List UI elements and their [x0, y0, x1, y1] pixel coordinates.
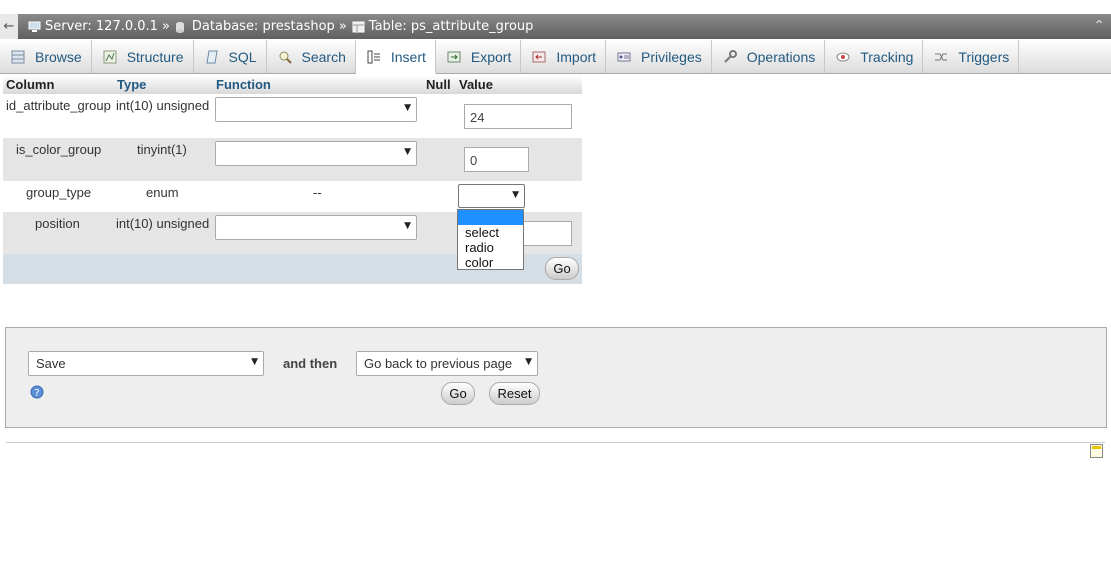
- tab-triggers-label: Triggers: [958, 48, 1010, 65]
- chevron-down-icon: ▼: [251, 357, 258, 367]
- function-select[interactable]: ▼: [215, 97, 417, 122]
- table-row: id_attribute_group int(10) unsigned ▼ 24: [3, 94, 582, 138]
- and-then-label: and then: [283, 356, 338, 371]
- value-input[interactable]: 0: [464, 147, 529, 172]
- row-type: enum: [146, 185, 179, 200]
- function-none: --: [313, 185, 322, 200]
- tab-export-label: Export: [470, 48, 512, 65]
- breadcrumb-database[interactable]: Database: prestashop: [175, 19, 335, 34]
- enum-value-select[interactable]: ▼: [458, 184, 525, 208]
- insert-table-header: Column Type Function Null Value: [3, 75, 582, 94]
- tab-sql[interactable]: SQL: [194, 40, 267, 73]
- after-insert-select[interactable]: Go back to previous page ▼: [356, 351, 538, 376]
- privileges-icon: [616, 49, 632, 65]
- function-select[interactable]: ▼: [215, 141, 417, 166]
- tracking-icon: [835, 49, 851, 65]
- tab-structure[interactable]: Structure: [92, 40, 194, 73]
- row-type: tinyint(1): [137, 142, 187, 157]
- row-type: int(10) unsigned: [116, 216, 210, 231]
- action-select-value: Save: [36, 356, 66, 371]
- breadcrumb-separator: »: [161, 19, 170, 34]
- action-select[interactable]: Save ▼: [28, 351, 264, 376]
- tab-import-label: Import: [556, 48, 597, 65]
- console-icon[interactable]: [1090, 444, 1103, 458]
- chevron-down-icon: ▼: [404, 221, 411, 231]
- breadcrumb-separator: »: [338, 19, 347, 34]
- chevron-down-icon: ▼: [404, 147, 411, 157]
- dropdown-option-select[interactable]: select: [458, 225, 523, 240]
- tab-search[interactable]: Search: [267, 40, 356, 73]
- header-function[interactable]: Function: [216, 77, 271, 92]
- tab-triggers[interactable]: Triggers: [923, 40, 1020, 73]
- search-icon: [277, 49, 293, 65]
- tab-privileges[interactable]: Privileges: [606, 40, 712, 73]
- row-go-button[interactable]: Go: [545, 257, 579, 280]
- chevron-down-icon: ▼: [404, 103, 411, 113]
- tab-operations-label: Operations: [746, 48, 816, 65]
- row-column-name: is_color_group: [16, 142, 102, 157]
- tab-search-label: Search: [301, 48, 346, 65]
- structure-icon: [102, 49, 118, 65]
- row-column-name: group_type: [26, 185, 92, 200]
- go-button[interactable]: Go: [441, 382, 475, 405]
- reset-button[interactable]: Reset: [489, 382, 540, 405]
- header-column: Column: [6, 77, 55, 92]
- back-arrow-icon[interactable]: ←: [0, 14, 18, 39]
- tab-tracking[interactable]: Tracking: [825, 40, 924, 73]
- header-null: Null: [426, 77, 451, 92]
- row-column-name: position: [35, 216, 80, 231]
- header-type[interactable]: Type: [117, 77, 146, 92]
- tab-insert-label: Insert: [390, 48, 426, 65]
- dropdown-option-radio[interactable]: radio: [458, 240, 523, 255]
- dropdown-option-color[interactable]: color: [458, 255, 523, 270]
- row-column-name: id_attribute_group: [6, 98, 111, 113]
- browse-icon: [10, 49, 26, 65]
- breadcrumb-bar: ← Server: 127.0.0.1 » Database: prestash…: [0, 14, 1111, 39]
- help-icon[interactable]: ?: [30, 385, 44, 403]
- dropdown-option-empty[interactable]: [458, 210, 523, 225]
- breadcrumb-server-label: Server: 127.0.0.1: [45, 19, 158, 34]
- submit-panel: Save ▼ and then Go back to previous page…: [5, 327, 1107, 428]
- table-icon: [352, 21, 365, 33]
- tab-export[interactable]: Export: [436, 40, 522, 73]
- tab-privileges-label: Privileges: [641, 48, 702, 65]
- import-icon: [531, 49, 547, 65]
- table-row: is_color_group tinyint(1) ▼ 0: [3, 138, 582, 181]
- chevron-down-icon: ▼: [525, 357, 532, 367]
- server-icon: [28, 21, 41, 33]
- collapse-icon[interactable]: ⌃: [1093, 18, 1105, 34]
- insert-icon: [366, 49, 382, 65]
- triggers-icon: [933, 49, 949, 65]
- export-icon: [446, 49, 462, 65]
- tab-structure-label: Structure: [126, 48, 184, 65]
- divider: [6, 442, 1105, 443]
- value-input[interactable]: 24: [464, 104, 572, 129]
- tab-browse-label: Browse: [35, 48, 82, 65]
- breadcrumb-table-label: Table: ps_attribute_group: [368, 19, 534, 34]
- header-value: Value: [459, 77, 493, 92]
- row-type: int(10) unsigned: [116, 98, 210, 113]
- tab-insert[interactable]: Insert: [355, 40, 436, 74]
- after-insert-select-value: Go back to previous page: [364, 356, 513, 371]
- tab-tracking-label: Tracking: [860, 48, 914, 65]
- tab-operations[interactable]: Operations: [712, 40, 826, 73]
- sql-icon: [204, 49, 220, 65]
- breadcrumb-database-label: Database: prestashop: [191, 19, 335, 34]
- function-select[interactable]: ▼: [215, 215, 417, 240]
- table-row: group_type enum -- ▼: [3, 181, 582, 212]
- tab-import[interactable]: Import: [521, 40, 607, 73]
- enum-dropdown-list: select radio color: [457, 209, 524, 270]
- tab-browse[interactable]: Browse: [0, 40, 92, 73]
- breadcrumb-server[interactable]: Server: 127.0.0.1: [28, 19, 158, 34]
- svg-text:?: ?: [34, 388, 39, 399]
- tab-sql-label: SQL: [228, 48, 257, 65]
- database-icon: [175, 21, 188, 33]
- chevron-down-icon: ▼: [512, 190, 519, 200]
- operations-icon: [722, 49, 738, 65]
- tab-bar: Browse Structure SQL Search Insert Expor…: [0, 40, 1111, 74]
- breadcrumb-table[interactable]: Table: ps_attribute_group: [352, 19, 534, 34]
